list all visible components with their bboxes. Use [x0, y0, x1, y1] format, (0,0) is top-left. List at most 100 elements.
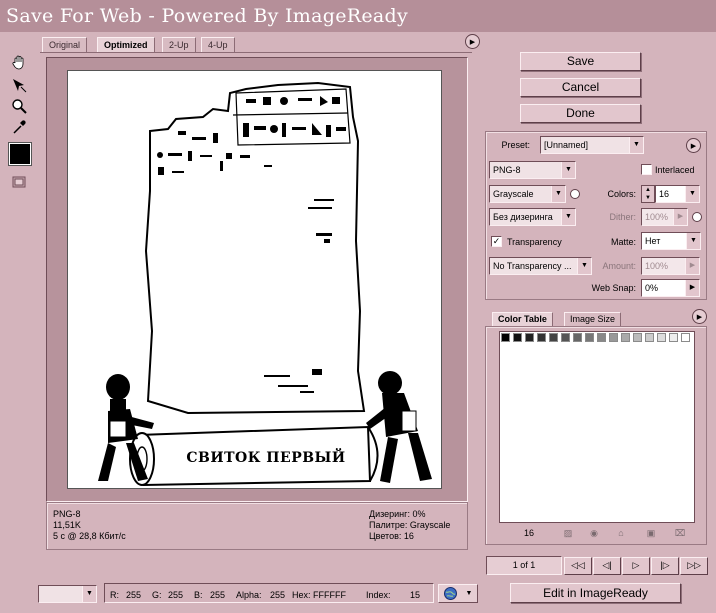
tab-2up[interactable]: 2-Up	[162, 37, 196, 52]
color-table-grid[interactable]	[499, 331, 695, 523]
color-count: 16	[524, 528, 535, 538]
color-swatch[interactable]	[501, 333, 510, 342]
transparency-dither-dropdown[interactable]: No Transparency ... ▼	[489, 257, 592, 275]
fast-forward-icon: ▷▷	[687, 560, 701, 570]
chevron-down-icon: ▼	[577, 258, 591, 274]
preset-value: [Unnamed]	[544, 140, 589, 150]
toggle-slices-tool[interactable]	[9, 172, 29, 192]
red-label: R:	[110, 590, 119, 600]
color-swatch[interactable]	[669, 333, 678, 342]
done-button[interactable]: Done	[520, 104, 641, 123]
save-button[interactable]: Save	[520, 52, 641, 71]
hand-tool[interactable]	[9, 52, 29, 72]
color-swatch[interactable]	[609, 333, 618, 342]
color-swatch[interactable]	[573, 333, 582, 342]
dither-algorithm-dropdown[interactable]: Без дизеринга ▼	[489, 208, 576, 226]
settings-menu-button[interactable]: ▶	[686, 138, 701, 153]
triangle-right-icon: ▶	[685, 258, 699, 274]
transparency-dither-value: No Transparency ...	[493, 261, 572, 271]
dither-algorithm-value: Без дизеринга	[493, 212, 553, 222]
dither-amount-field[interactable]: 100% ▶	[641, 208, 688, 226]
index-value: 15	[410, 590, 421, 600]
eyedropper-color-swatch[interactable]	[8, 142, 32, 166]
chevron-down-icon: ▼	[551, 186, 565, 202]
color-swatch[interactable]	[537, 333, 546, 342]
play-icon: ▷	[632, 560, 640, 570]
chevron-down-icon: ▼	[685, 186, 699, 202]
info-colors: Цветов: 16	[369, 531, 414, 541]
file-format-dropdown[interactable]: PNG-8 ▼	[489, 161, 576, 179]
image-preview[interactable]: СВИТОК ПЕРВЫЙ	[67, 70, 442, 489]
web-shift-icon[interactable]: ◉	[588, 528, 600, 539]
slice-select-tool[interactable]	[9, 75, 29, 95]
new-color-icon[interactable]: ▣	[645, 528, 657, 539]
tab-4up[interactable]: 4-Up	[201, 37, 235, 52]
websnap-label: Web Snap:	[591, 283, 636, 293]
browser-preview-button[interactable]: ▼	[438, 584, 478, 603]
interlaced-checkbox[interactable]	[641, 164, 652, 175]
amount-field[interactable]: 100% ▶	[641, 257, 700, 275]
color-swatch[interactable]	[525, 333, 534, 342]
color-swatch[interactable]	[621, 333, 630, 342]
hex-value: FFFFFF	[313, 590, 346, 600]
scroll-caption: СВИТОК ПЕРВЫЙ	[186, 450, 346, 466]
tab-optimized[interactable]: Optimized	[97, 37, 155, 53]
zoom-tool[interactable]	[9, 96, 29, 116]
first-frame-button[interactable]: ◁◁	[564, 557, 592, 575]
color-swatch[interactable]	[645, 333, 654, 342]
lock-icon[interactable]: ⌂	[615, 528, 627, 539]
index-label: Index:	[366, 590, 391, 600]
preview-menu-button[interactable]: ▶	[465, 34, 480, 49]
rewind-icon: ◁◁	[571, 560, 585, 570]
triangle-right-icon: ▶	[673, 209, 687, 225]
previous-frame-button[interactable]: ◁|	[593, 557, 621, 575]
triangle-right-icon: ▶	[685, 280, 699, 296]
color-swatch[interactable]	[549, 333, 558, 342]
cancel-button[interactable]: Cancel	[520, 78, 641, 97]
globe-icon	[443, 587, 457, 600]
color-swatch[interactable]	[657, 333, 666, 342]
trash-icon[interactable]: ⌧	[674, 528, 686, 539]
green-label: G:	[152, 590, 162, 600]
colors-stepper[interactable]: ▲ ▼	[641, 185, 655, 203]
info-dither: Дизеринг: 0%	[369, 509, 426, 519]
colors-dropdown[interactable]: 16 ▼	[655, 185, 700, 203]
edit-in-imageready-button[interactable]: Edit in ImageReady	[510, 583, 681, 603]
color-swatch-fill	[10, 144, 30, 164]
chevron-down-icon: ▼	[465, 590, 473, 597]
color-swatch[interactable]	[561, 333, 570, 342]
eyedropper-tool[interactable]	[9, 117, 29, 137]
interlaced-label: Interlaced	[655, 165, 695, 175]
matte-label: Matte:	[610, 237, 636, 247]
color-swatch[interactable]	[585, 333, 594, 342]
color-swatch[interactable]	[633, 333, 642, 342]
eyedropper-icon	[13, 120, 26, 134]
transparency-checkbox[interactable]: ✓	[491, 236, 502, 247]
color-table-menu-button[interactable]: ▶	[692, 309, 707, 324]
websnap-field[interactable]: 0% ▶	[641, 279, 700, 297]
chevron-down-icon: ▼	[686, 233, 700, 249]
colors-label: Colors:	[607, 189, 636, 199]
color-swatch[interactable]	[681, 333, 690, 342]
preset-dropdown[interactable]: [Unnamed] ▼	[540, 136, 644, 154]
color-swatch[interactable]	[597, 333, 606, 342]
last-frame-button[interactable]: ▷▷	[680, 557, 708, 575]
matte-value: Нет	[645, 236, 661, 246]
matte-dropdown[interactable]: Нет ▼	[641, 232, 701, 250]
tab-image-size[interactable]: Image Size	[564, 312, 622, 326]
color-swatch[interactable]	[513, 333, 522, 342]
tab-original[interactable]: Original	[42, 37, 88, 52]
reduction-mask-button[interactable]	[570, 189, 580, 199]
alpha-label: Alpha:	[236, 590, 262, 600]
color-reduction-dropdown[interactable]: Grayscale ▼	[489, 185, 566, 203]
play-button[interactable]: ▷	[622, 557, 650, 575]
map-to-transparent-icon[interactable]: ▨	[562, 528, 574, 539]
magnifier-icon	[12, 99, 27, 114]
tab-color-table[interactable]: Color Table	[492, 312, 553, 326]
colors-value: 16	[659, 189, 670, 199]
scroll-illustration	[98, 81, 432, 487]
next-frame-button[interactable]: |▷	[651, 557, 679, 575]
chevron-down-icon: ▼	[82, 586, 96, 602]
zoom-dropdown[interactable]: ▼	[38, 585, 97, 603]
dither-mask-button[interactable]	[692, 212, 702, 222]
